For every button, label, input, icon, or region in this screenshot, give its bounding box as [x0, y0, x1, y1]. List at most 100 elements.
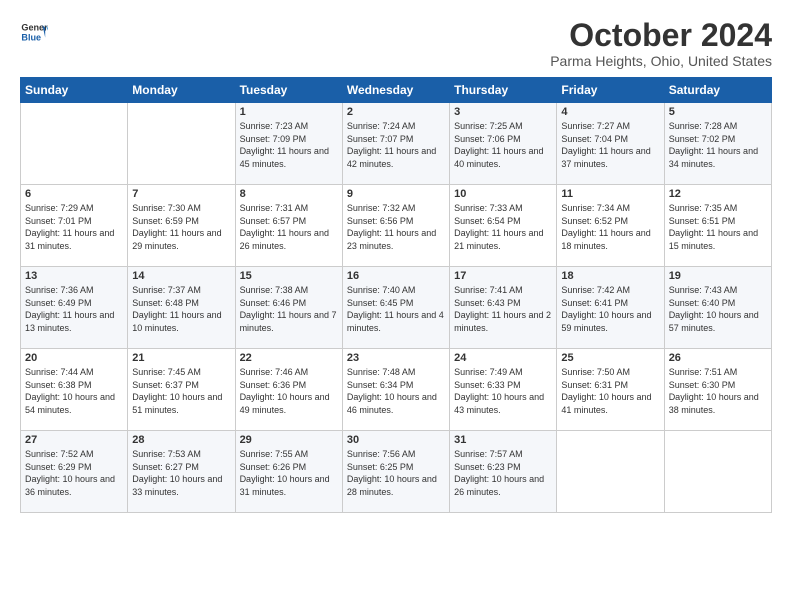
day-info: Sunrise: 7:34 AM Sunset: 6:52 PM Dayligh… [561, 202, 659, 252]
day-cell: 4 Sunrise: 7:27 AM Sunset: 7:04 PM Daylig… [557, 103, 664, 185]
day-info: Sunrise: 7:25 AM Sunset: 7:06 PM Dayligh… [454, 120, 552, 170]
day-cell: 5 Sunrise: 7:28 AM Sunset: 7:02 PM Daylig… [664, 103, 771, 185]
col-saturday: Saturday [664, 78, 771, 103]
week-row-1: 1 Sunrise: 7:23 AM Sunset: 7:09 PM Daylig… [21, 103, 772, 185]
day-number: 23 [347, 352, 445, 364]
day-number: 17 [454, 270, 552, 282]
day-number: 25 [561, 352, 659, 364]
day-info: Sunrise: 7:23 AM Sunset: 7:09 PM Dayligh… [240, 120, 338, 170]
day-info: Sunrise: 7:41 AM Sunset: 6:43 PM Dayligh… [454, 284, 552, 334]
day-info: Sunrise: 7:44 AM Sunset: 6:38 PM Dayligh… [25, 366, 123, 416]
day-info: Sunrise: 7:33 AM Sunset: 6:54 PM Dayligh… [454, 202, 552, 252]
day-number: 3 [454, 106, 552, 118]
day-info: Sunrise: 7:46 AM Sunset: 6:36 PM Dayligh… [240, 366, 338, 416]
day-cell: 19Sunrise: 7:43 AM Sunset: 6:40 PM Dayli… [664, 267, 771, 349]
day-cell: 10Sunrise: 7:33 AM Sunset: 6:54 PM Dayli… [450, 185, 557, 267]
day-cell: 21 Sunrise: 7:45 AM Sunset: 6:37 PM Dayli… [128, 349, 235, 431]
day-cell: 23 Sunrise: 7:48 AM Sunset: 6:34 PM Dayli… [342, 349, 449, 431]
day-cell: 27 Sunrise: 7:52 AM Sunset: 6:29 PM Dayli… [21, 431, 128, 513]
day-info: Sunrise: 7:48 AM Sunset: 6:34 PM Dayligh… [347, 366, 445, 416]
calendar-table: Sunday Monday Tuesday Wednesday Thursday… [20, 77, 772, 513]
day-number: 30 [347, 434, 445, 446]
logo-icon: General Blue [20, 18, 48, 46]
day-info: Sunrise: 7:57 AM Sunset: 6:23 PM Dayligh… [454, 448, 552, 498]
day-number: 2 [347, 106, 445, 118]
day-number: 8 [240, 188, 338, 200]
day-info: Sunrise: 7:45 AM Sunset: 6:37 PM Dayligh… [132, 366, 230, 416]
location: Parma Heights, Ohio, United States [550, 53, 772, 69]
day-number: 4 [561, 106, 659, 118]
day-cell: 2 Sunrise: 7:24 AM Sunset: 7:07 PM Daylig… [342, 103, 449, 185]
day-cell: 24 Sunrise: 7:49 AM Sunset: 6:33 PM Dayli… [450, 349, 557, 431]
day-info: Sunrise: 7:24 AM Sunset: 7:07 PM Dayligh… [347, 120, 445, 170]
day-cell [664, 431, 771, 513]
day-info: Sunrise: 7:52 AM Sunset: 6:29 PM Dayligh… [25, 448, 123, 498]
col-wednesday: Wednesday [342, 78, 449, 103]
day-number: 28 [132, 434, 230, 446]
day-info: Sunrise: 7:36 AM Sunset: 6:49 PM Dayligh… [25, 284, 123, 334]
day-number: 11 [561, 188, 659, 200]
day-cell: 6Sunrise: 7:29 AM Sunset: 7:01 PM Daylig… [21, 185, 128, 267]
week-row-4: 20Sunrise: 7:44 AM Sunset: 6:38 PM Dayli… [21, 349, 772, 431]
day-cell [557, 431, 664, 513]
day-number: 27 [25, 434, 123, 446]
day-info: Sunrise: 7:51 AM Sunset: 6:30 PM Dayligh… [669, 366, 767, 416]
day-info: Sunrise: 7:40 AM Sunset: 6:45 PM Dayligh… [347, 284, 445, 334]
calendar-page: General Blue October 2024 Parma Heights,… [0, 0, 792, 612]
day-number: 29 [240, 434, 338, 446]
col-monday: Monday [128, 78, 235, 103]
day-number: 14 [132, 270, 230, 282]
day-number: 24 [454, 352, 552, 364]
day-cell: 9Sunrise: 7:32 AM Sunset: 6:56 PM Daylig… [342, 185, 449, 267]
day-info: Sunrise: 7:38 AM Sunset: 6:46 PM Dayligh… [240, 284, 338, 334]
day-cell: 11 Sunrise: 7:34 AM Sunset: 6:52 PM Dayli… [557, 185, 664, 267]
day-cell: 14 Sunrise: 7:37 AM Sunset: 6:48 PM Dayli… [128, 267, 235, 349]
day-info: Sunrise: 7:35 AM Sunset: 6:51 PM Dayligh… [669, 202, 767, 252]
day-cell: 3 Sunrise: 7:25 AM Sunset: 7:06 PM Daylig… [450, 103, 557, 185]
day-cell: 17 Sunrise: 7:41 AM Sunset: 6:43 PM Dayli… [450, 267, 557, 349]
svg-text:Blue: Blue [21, 32, 41, 42]
col-sunday: Sunday [21, 78, 128, 103]
day-cell: 16 Sunrise: 7:40 AM Sunset: 6:45 PM Dayli… [342, 267, 449, 349]
day-info: Sunrise: 7:56 AM Sunset: 6:25 PM Dayligh… [347, 448, 445, 498]
day-info: Sunrise: 7:49 AM Sunset: 6:33 PM Dayligh… [454, 366, 552, 416]
day-cell: 15 Sunrise: 7:38 AM Sunset: 6:46 PM Dayli… [235, 267, 342, 349]
week-row-5: 27 Sunrise: 7:52 AM Sunset: 6:29 PM Dayli… [21, 431, 772, 513]
week-row-3: 13 Sunrise: 7:36 AM Sunset: 6:49 PM Dayli… [21, 267, 772, 349]
day-info: Sunrise: 7:50 AM Sunset: 6:31 PM Dayligh… [561, 366, 659, 416]
day-number: 9 [347, 188, 445, 200]
calendar-body: 1 Sunrise: 7:23 AM Sunset: 7:09 PM Daylig… [21, 103, 772, 513]
day-number: 21 [132, 352, 230, 364]
day-cell: 12Sunrise: 7:35 AM Sunset: 6:51 PM Dayli… [664, 185, 771, 267]
day-info: Sunrise: 7:37 AM Sunset: 6:48 PM Dayligh… [132, 284, 230, 334]
day-cell: 7 Sunrise: 7:30 AM Sunset: 6:59 PM Daylig… [128, 185, 235, 267]
day-info: Sunrise: 7:31 AM Sunset: 6:57 PM Dayligh… [240, 202, 338, 252]
day-number: 15 [240, 270, 338, 282]
week-row-2: 6Sunrise: 7:29 AM Sunset: 7:01 PM Daylig… [21, 185, 772, 267]
day-number: 5 [669, 106, 767, 118]
day-info: Sunrise: 7:28 AM Sunset: 7:02 PM Dayligh… [669, 120, 767, 170]
col-tuesday: Tuesday [235, 78, 342, 103]
day-cell: 29 Sunrise: 7:55 AM Sunset: 6:26 PM Dayli… [235, 431, 342, 513]
day-number: 13 [25, 270, 123, 282]
day-number: 22 [240, 352, 338, 364]
day-info: Sunrise: 7:27 AM Sunset: 7:04 PM Dayligh… [561, 120, 659, 170]
day-info: Sunrise: 7:55 AM Sunset: 6:26 PM Dayligh… [240, 448, 338, 498]
header-row: Sunday Monday Tuesday Wednesday Thursday… [21, 78, 772, 103]
day-cell: 22 Sunrise: 7:46 AM Sunset: 6:36 PM Dayli… [235, 349, 342, 431]
day-number: 7 [132, 188, 230, 200]
day-cell: 28 Sunrise: 7:53 AM Sunset: 6:27 PM Dayli… [128, 431, 235, 513]
day-number: 1 [240, 106, 338, 118]
col-thursday: Thursday [450, 78, 557, 103]
day-cell: 18Sunrise: 7:42 AM Sunset: 6:41 PM Dayli… [557, 267, 664, 349]
day-info: Sunrise: 7:43 AM Sunset: 6:40 PM Dayligh… [669, 284, 767, 334]
logo: General Blue [20, 18, 48, 46]
title-section: October 2024 Parma Heights, Ohio, United… [550, 18, 772, 69]
day-number: 16 [347, 270, 445, 282]
day-info: Sunrise: 7:53 AM Sunset: 6:27 PM Dayligh… [132, 448, 230, 498]
day-cell: 1 Sunrise: 7:23 AM Sunset: 7:09 PM Daylig… [235, 103, 342, 185]
day-cell: 26Sunrise: 7:51 AM Sunset: 6:30 PM Dayli… [664, 349, 771, 431]
day-info: Sunrise: 7:30 AM Sunset: 6:59 PM Dayligh… [132, 202, 230, 252]
day-cell: 30 Sunrise: 7:56 AM Sunset: 6:25 PM Dayli… [342, 431, 449, 513]
day-number: 31 [454, 434, 552, 446]
